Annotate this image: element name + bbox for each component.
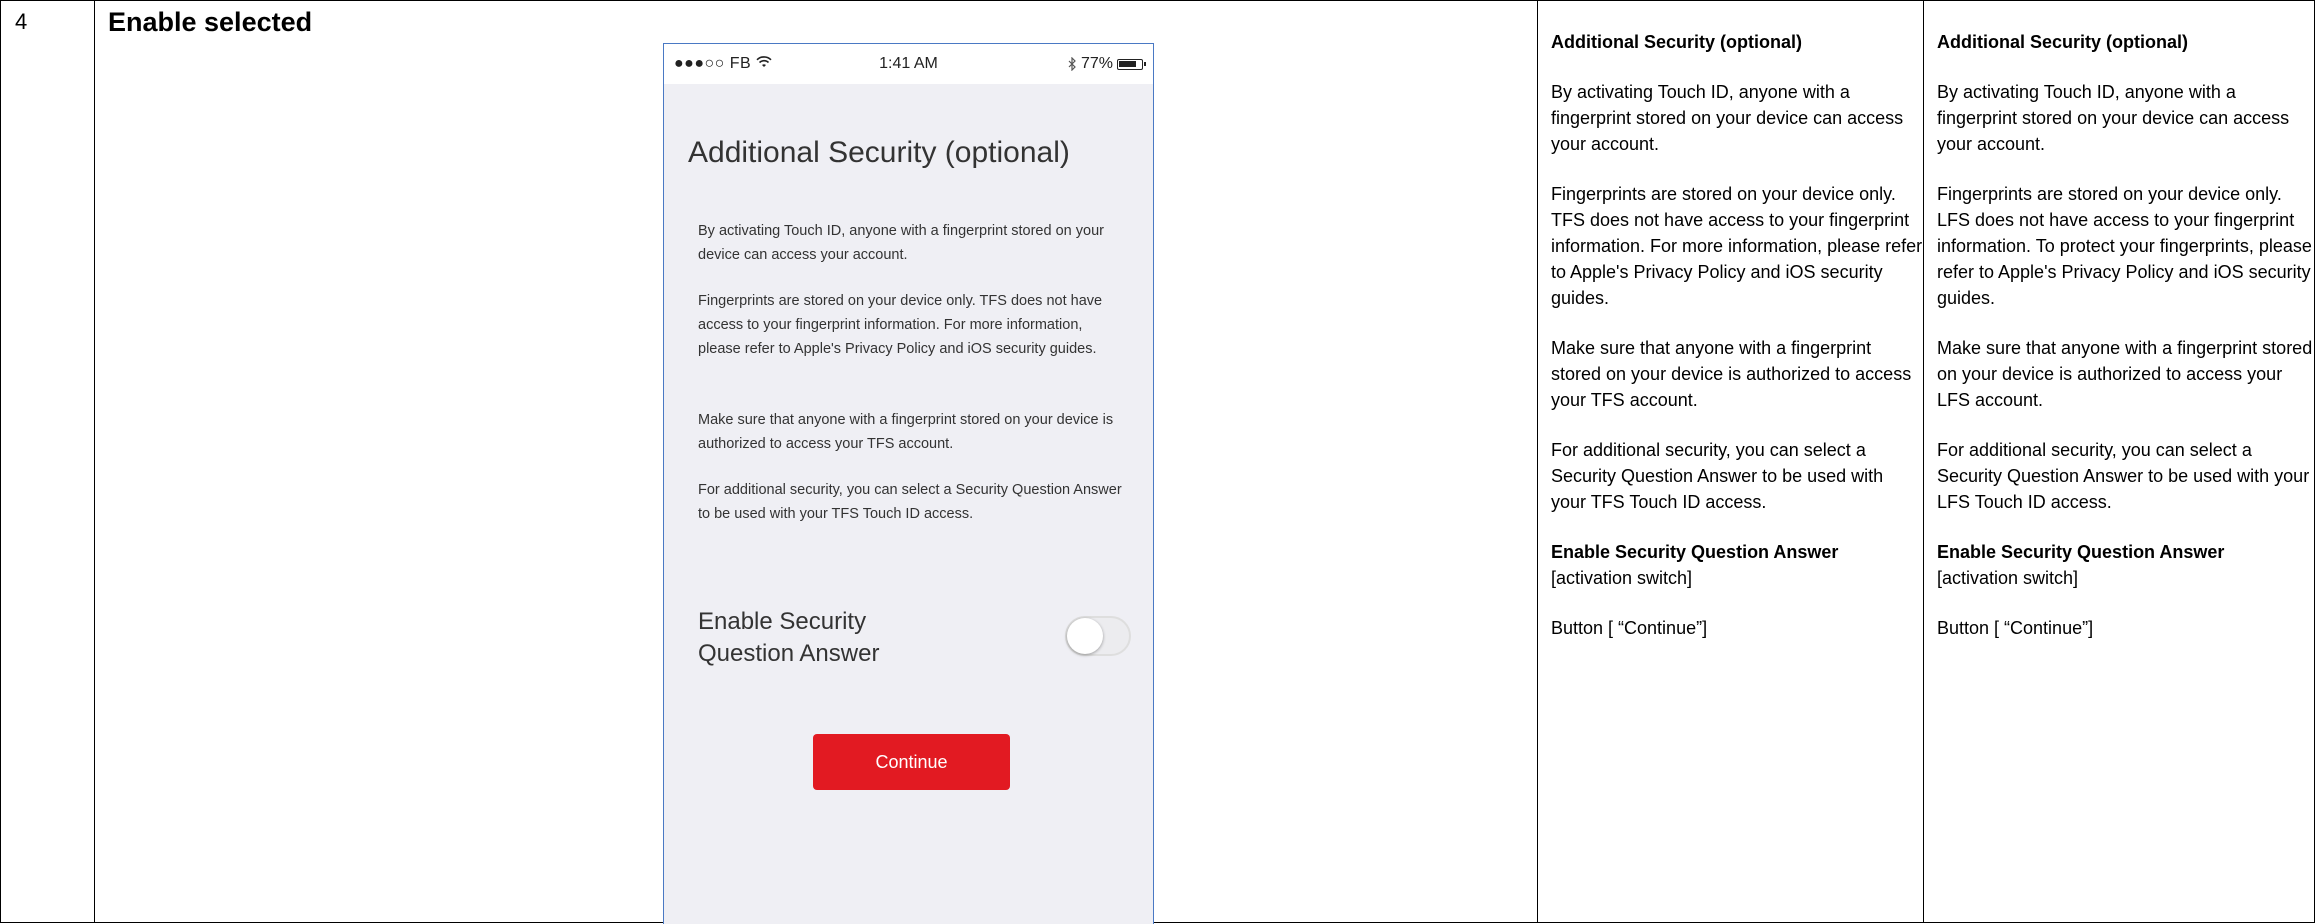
screen-paragraph: For additional security, you can select …	[698, 482, 1122, 522]
step-number: 4	[15, 9, 28, 34]
tfs-paragraph: By activating Touch ID, anyone with a fi…	[1551, 82, 1904, 154]
tfs-toggle-note: [activation switch]	[1551, 568, 1693, 588]
lfs-toggle-note: [activation switch]	[1937, 568, 2079, 588]
screen-title: Additional Security (optional)	[688, 136, 1070, 169]
lfs-button-note: Button [ “Continue”]	[1937, 618, 2094, 638]
step-cell: Enable selected ●●●○○ FB 1:41 AM 77% Add…	[94, 1, 1537, 924]
lfs-heading: Additional Security (optional)	[1937, 32, 2188, 52]
lfs-paragraph: Fingerprints are stored on your device o…	[1937, 184, 2312, 308]
tfs-text-column: Additional Security (optional) By activa…	[1537, 1, 1923, 922]
step-title: Enable selected	[108, 7, 313, 37]
lfs-toggle-spec: Enable Security Question Answer [activat…	[1937, 539, 2315, 591]
screen-paragraph: Make sure that anyone with a fingerprint…	[698, 412, 1114, 452]
lfs-text-column: Additional Security (optional) By activa…	[1923, 1, 2315, 922]
screen-paragraph: By activating Touch ID, anyone with a fi…	[698, 223, 1104, 263]
lfs-toggle-heading: Enable Security Question Answer	[1937, 542, 2225, 562]
tfs-toggle-spec: Enable Security Question Answer [activat…	[1551, 539, 1923, 591]
bluetooth-icon	[1068, 57, 1076, 71]
screen-paragraph: Fingerprints are stored on your device o…	[698, 293, 1103, 357]
tfs-paragraph: Make sure that anyone with a fingerprint…	[1551, 338, 1912, 410]
toggle-knob	[1067, 618, 1103, 654]
tfs-toggle-heading: Enable Security Question Answer	[1551, 542, 1839, 562]
lfs-paragraph: For additional security, you can select …	[1937, 440, 2310, 512]
battery-icon	[1117, 58, 1146, 70]
tfs-paragraph: Fingerprints are stored on your device o…	[1551, 184, 1923, 308]
phone-screenshot: ●●●○○ FB 1:41 AM 77% Additional Security…	[663, 43, 1154, 924]
security-question-toggle-label: Enable Security Question Answer	[698, 608, 880, 667]
battery-percent: 77%	[1080, 55, 1113, 72]
security-question-toggle[interactable]	[1065, 616, 1131, 656]
tfs-button-note: Button [ “Continue”]	[1551, 618, 1708, 638]
tfs-paragraph: For additional security, you can select …	[1551, 440, 1884, 512]
lfs-paragraph: Make sure that anyone with a fingerprint…	[1937, 338, 2313, 410]
status-right: 77%	[1068, 55, 1146, 73]
tfs-heading: Additional Security (optional)	[1551, 32, 1802, 52]
lfs-paragraph: By activating Touch ID, anyone with a fi…	[1937, 82, 2290, 154]
continue-button[interactable]: Continue	[813, 734, 1010, 790]
status-bar: ●●●○○ FB 1:41 AM 77%	[664, 44, 1153, 84]
spec-table: 4 Enable selected ●●●○○ FB 1:41 AM 77% A…	[0, 0, 2315, 924]
